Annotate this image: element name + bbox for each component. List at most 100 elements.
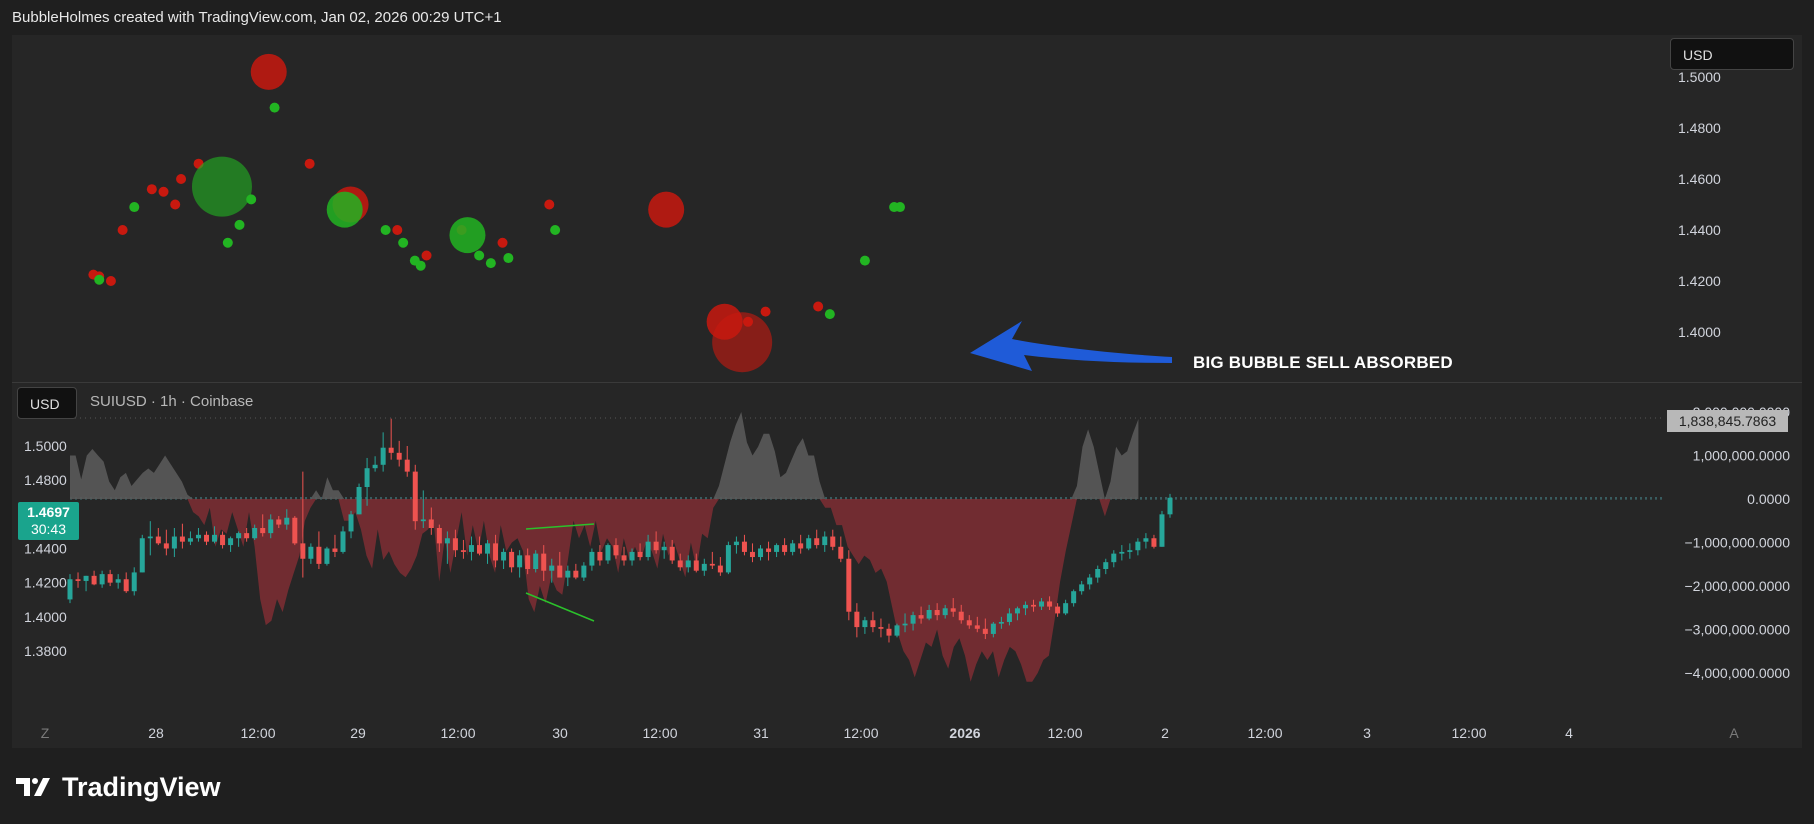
candle-down xyxy=(573,570,579,578)
annotation-text: BIG BUBBLE SELL ABSORBED xyxy=(1193,353,1453,372)
candle-up xyxy=(1071,591,1077,604)
candle-up xyxy=(284,517,290,525)
candle-down xyxy=(982,628,988,634)
time-axis-svg[interactable]: Z 28 12:00 29 12:00 30 12:00 31 12:00 2026 12:00 2 1… xyxy=(12,718,1802,748)
candle-down xyxy=(300,543,306,559)
candle-down xyxy=(749,551,755,558)
bar-countdown: 30:43 xyxy=(30,521,67,537)
candle-up xyxy=(139,538,145,573)
buy-bubble xyxy=(269,102,280,113)
candle-down xyxy=(75,579,81,581)
candle-up xyxy=(1087,577,1093,585)
candle-down xyxy=(493,543,499,561)
tradingview-logo[interactable]: TradingView xyxy=(14,770,221,804)
time-axis-label: 12:00 xyxy=(1047,725,1082,741)
candle-up xyxy=(147,536,153,539)
candle-down xyxy=(260,528,266,534)
bubble-chart-svg[interactable]: 1.5000 1.4800 1.4600 1.4400 1.4200 1.4000 xyxy=(12,35,1802,382)
price-tick-label: 1.4000 xyxy=(24,609,67,625)
tradingview-logo-icon xyxy=(16,778,50,796)
price-tick-label: 1.4800 xyxy=(24,472,67,488)
candle-down xyxy=(613,545,619,556)
candle-up xyxy=(725,545,731,573)
candle-down xyxy=(388,447,394,453)
candle-up xyxy=(645,541,651,558)
last-price-value: 1.4697 xyxy=(27,504,70,520)
candle-down xyxy=(412,471,418,522)
symbol-info[interactable]: SUIUSD · 1h · Coinbase xyxy=(90,393,253,410)
sell-bubble xyxy=(497,237,508,248)
candle-up xyxy=(468,545,474,552)
time-axis[interactable]: Z 28 12:00 29 12:00 30 12:00 31 12:00 2026 12:00 2 1… xyxy=(12,718,1802,748)
candle-up xyxy=(485,543,491,554)
candle-down xyxy=(404,459,410,472)
currency-selector-top[interactable]: USD xyxy=(1670,38,1794,70)
oscillator-tick-label: −4,000,000.0000 xyxy=(1685,665,1791,681)
buy-bubble xyxy=(894,202,905,213)
candle-up xyxy=(340,531,346,552)
candle-down xyxy=(597,551,603,561)
candle-up xyxy=(1111,553,1117,563)
time-axis-label: 12:00 xyxy=(440,725,475,741)
candle-down xyxy=(918,615,924,619)
tradingview-wordmark: TradingView xyxy=(62,771,221,802)
candle-up xyxy=(67,579,73,600)
sell-bubble xyxy=(421,250,432,261)
sell-bubble xyxy=(712,312,773,373)
candle-up xyxy=(589,551,595,566)
annotation-arrow xyxy=(970,321,1172,371)
candle-up xyxy=(228,538,234,546)
candle-down xyxy=(974,625,980,629)
candle-down xyxy=(476,545,482,554)
candle-down xyxy=(637,551,643,558)
price-pane[interactable]: 1.50001.48001.44001.42001.40001.38002,00… xyxy=(12,383,1802,718)
price-chart-svg[interactable]: 1.50001.48001.44001.42001.40001.38002,00… xyxy=(12,383,1802,718)
buy-bubble xyxy=(129,202,140,213)
candle-up xyxy=(252,528,258,539)
time-axis-label: Z xyxy=(41,725,50,741)
time-axis-label: 29 xyxy=(350,725,366,741)
candle-down xyxy=(244,533,250,539)
time-axis-label: 30 xyxy=(552,725,568,741)
currency-selector-bottom[interactable]: USD xyxy=(17,387,77,419)
price-tick-label: 1.4600 xyxy=(1678,171,1721,187)
candle-up xyxy=(348,514,354,532)
price-tick-label: 1.5000 xyxy=(1678,69,1721,85)
candle-down xyxy=(838,546,844,559)
candle-down xyxy=(276,519,282,525)
sell-bubble xyxy=(544,199,555,210)
candle-down xyxy=(452,538,458,551)
sell-bubble xyxy=(158,186,169,197)
candle-down xyxy=(332,548,338,552)
candle-up xyxy=(1006,613,1012,622)
candle-up xyxy=(1039,601,1045,607)
candle-down xyxy=(292,517,298,544)
candle-down xyxy=(669,546,675,561)
price-tick-label: 1.3800 xyxy=(24,643,67,659)
candle-up xyxy=(790,543,796,552)
candle-down xyxy=(163,543,169,549)
candle-down xyxy=(436,528,442,544)
sell-bubble xyxy=(170,199,181,210)
candle-down xyxy=(709,563,715,566)
sell-bubble xyxy=(117,225,128,235)
candle-up xyxy=(1095,569,1101,578)
candle-down xyxy=(1047,601,1053,607)
oscillator-tick-label: −1,000,000.0000 xyxy=(1685,535,1791,551)
time-axis-label: 4 xyxy=(1565,725,1573,741)
candle-down xyxy=(950,608,956,612)
candle-up xyxy=(774,545,780,552)
price-tick-label: 1.4000 xyxy=(1678,324,1721,340)
candle-down xyxy=(870,620,876,628)
candle-up xyxy=(661,546,667,551)
candle-up xyxy=(733,541,739,546)
buy-bubble xyxy=(246,194,257,205)
candle-up xyxy=(501,551,507,561)
sell-bubble xyxy=(105,276,116,286)
buy-bubble xyxy=(485,258,496,269)
candle-down xyxy=(830,536,836,547)
candle-up xyxy=(1022,604,1028,609)
candle-down xyxy=(541,553,547,571)
bubble-pane[interactable]: 1.5000 1.4800 1.4600 1.4400 1.4200 1.4000 xyxy=(12,35,1802,383)
candle-down xyxy=(1151,538,1157,547)
